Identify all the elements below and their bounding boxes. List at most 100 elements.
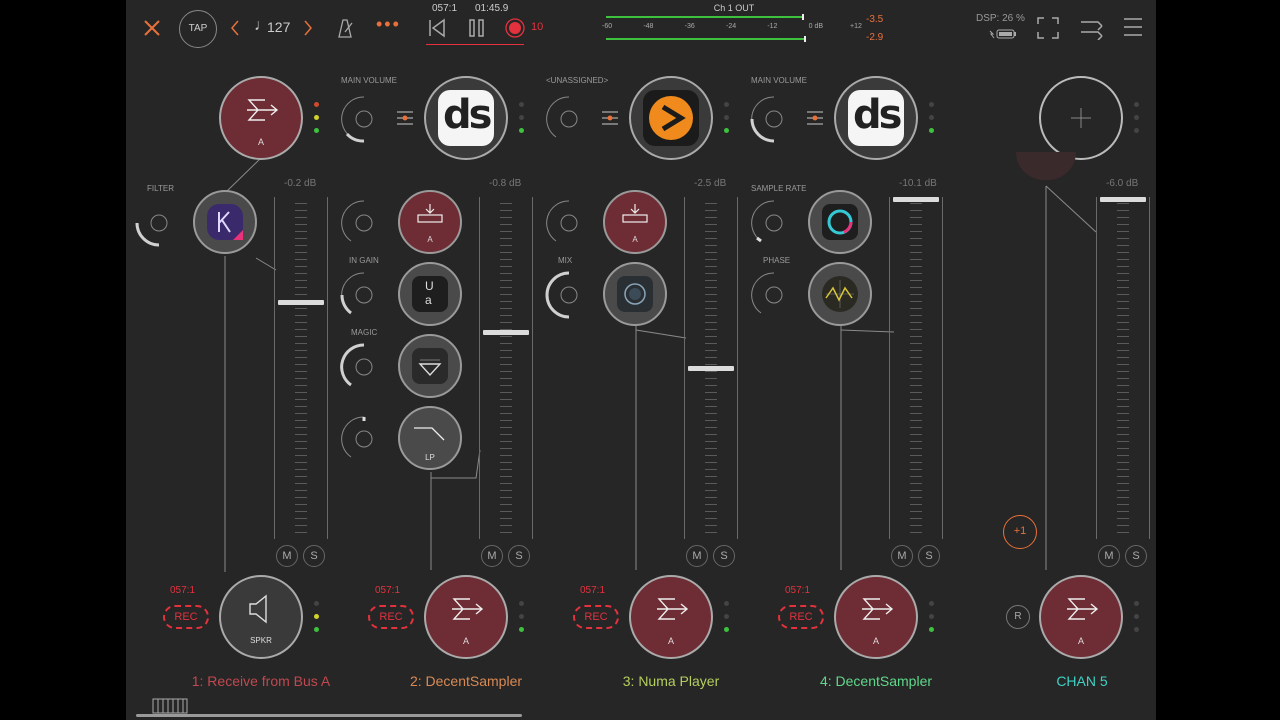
led: [724, 614, 729, 619]
volume-fader[interactable]: [684, 197, 738, 539]
led: [1134, 115, 1139, 120]
led-green: [929, 128, 934, 133]
led-green: [929, 627, 934, 632]
rec-arm-button[interactable]: REC: [163, 605, 209, 629]
output-letter: A: [462, 636, 469, 646]
led: [1134, 102, 1139, 107]
knob-1[interactable]: [337, 196, 391, 250]
main-volume-knob[interactable]: [747, 92, 801, 146]
mixer-icon[interactable]: [805, 108, 825, 128]
mute-button[interactable]: M: [481, 545, 503, 567]
fader-handle[interactable]: [1100, 197, 1146, 202]
magic-knob[interactable]: [337, 340, 391, 394]
led: [724, 601, 729, 606]
volume-fader[interactable]: [479, 197, 533, 539]
mixer-app: TAP ♩ 127 ••• 057:1 01:45.9 10 Ch 1 OUT …: [126, 0, 1156, 720]
solo-button[interactable]: S: [1125, 545, 1147, 567]
dial-plugin-icon: [822, 204, 858, 240]
solo-button[interactable]: S: [508, 545, 530, 567]
knob-label-sample-rate: SAMPLE RATE: [751, 184, 807, 193]
led: [929, 614, 934, 619]
decentsampler-logo-icon: ds: [848, 90, 904, 146]
strip-1: A FILTER -0.2 dB M S 057:1 REC SPKR: [126, 56, 331, 696]
led: [1134, 627, 1139, 632]
solo-button[interactable]: S: [918, 545, 940, 567]
solo-button[interactable]: S: [303, 545, 325, 567]
rec-arm-button[interactable]: REC: [778, 605, 824, 629]
slot-overlay: [1016, 152, 1076, 180]
mix-knob[interactable]: [542, 268, 596, 322]
led: [1134, 614, 1139, 619]
led-green: [724, 627, 729, 632]
speaker-icon: [249, 594, 267, 624]
mute-button[interactable]: M: [1098, 545, 1120, 567]
knob-label-in-gain: IN GAIN: [349, 256, 379, 265]
led: [1134, 601, 1139, 606]
knob-label-magic: MAGIC: [351, 328, 378, 337]
horizontal-scrollbar[interactable]: [136, 714, 522, 717]
led: [929, 601, 934, 606]
mute-button[interactable]: M: [686, 545, 708, 567]
filter-knob[interactable]: [132, 196, 186, 250]
channel-name-3[interactable]: 3: Numa Player: [581, 673, 761, 689]
mute-button[interactable]: M: [891, 545, 913, 567]
led: [314, 601, 319, 606]
mute-button[interactable]: M: [276, 545, 298, 567]
channel-name-4[interactable]: 4: DecentSampler: [786, 673, 966, 689]
knob-label-main-volume: MAIN VOLUME: [751, 76, 808, 85]
led-green: [314, 627, 319, 632]
strip-4: MAIN VOLUME ds SAMPLE RATE PHASE -10.1 d…: [741, 56, 946, 696]
knob-1[interactable]: [542, 196, 596, 250]
solo-button[interactable]: S: [713, 545, 735, 567]
rec-arm-button[interactable]: REC: [573, 605, 619, 629]
in-gain-knob[interactable]: [337, 268, 391, 322]
knob-label-phase: PHASE: [763, 256, 791, 265]
fader-handle[interactable]: [278, 300, 324, 305]
phase-knob[interactable]: [747, 268, 801, 322]
decentsampler-logo-icon: ds: [438, 90, 494, 146]
filter-label: FILTER: [147, 184, 174, 193]
knob-4[interactable]: [337, 412, 391, 466]
output-letter: A: [667, 636, 674, 646]
led-green: [314, 128, 319, 133]
strip-2: MAIN VOLUME ds IN GAIN MAGIC A U a LP -0…: [331, 56, 536, 696]
volume-fader[interactable]: [274, 197, 328, 539]
volume-fader[interactable]: [889, 197, 943, 539]
led-yellow: [314, 614, 319, 619]
mixer-icon[interactable]: [395, 108, 415, 128]
strip-db: -10.1 dB: [899, 178, 937, 189]
logo-text: ds: [853, 92, 902, 138]
bus-letter: A: [257, 137, 264, 147]
led: [519, 102, 524, 107]
led: [929, 115, 934, 120]
led-green: [519, 128, 524, 133]
logo-text: ds: [443, 92, 492, 138]
strip-5: -6.0 dB M S +1 R A: [946, 56, 1156, 696]
sample-rate-knob[interactable]: [747, 196, 801, 250]
rec-position: 057:1: [785, 585, 811, 596]
sum-icon: [247, 99, 279, 121]
output-label: SPKR: [250, 636, 272, 645]
led: [724, 115, 729, 120]
sum-icon: [1067, 598, 1099, 620]
lowpass-label: LP: [425, 453, 435, 462]
main-volume-knob[interactable]: [337, 92, 391, 146]
fader-handle[interactable]: [688, 366, 734, 371]
gain-plugin-icon: [417, 204, 443, 223]
keyboard-icon[interactable]: [152, 698, 188, 714]
channel-name-2[interactable]: 2: DecentSampler: [376, 673, 556, 689]
rec-position: 057:1: [375, 585, 401, 596]
channel-name-5[interactable]: CHAN 5: [992, 673, 1156, 689]
rec-position: 057:1: [170, 585, 196, 596]
magic-switch-plugin-icon: [412, 348, 448, 384]
strip-db: -2.5 dB: [694, 178, 727, 189]
rec-arm-button[interactable]: REC: [368, 605, 414, 629]
unassigned-knob[interactable]: [542, 92, 596, 146]
fx-plugin-icon: [617, 276, 653, 312]
output-letter: A: [872, 636, 879, 646]
fader-handle[interactable]: [893, 197, 939, 202]
mixer-icon[interactable]: [600, 108, 620, 128]
fader-handle[interactable]: [483, 329, 529, 335]
channel-name-1[interactable]: 1: Receive from Bus A: [171, 673, 351, 689]
volume-fader[interactable]: [1096, 197, 1150, 539]
